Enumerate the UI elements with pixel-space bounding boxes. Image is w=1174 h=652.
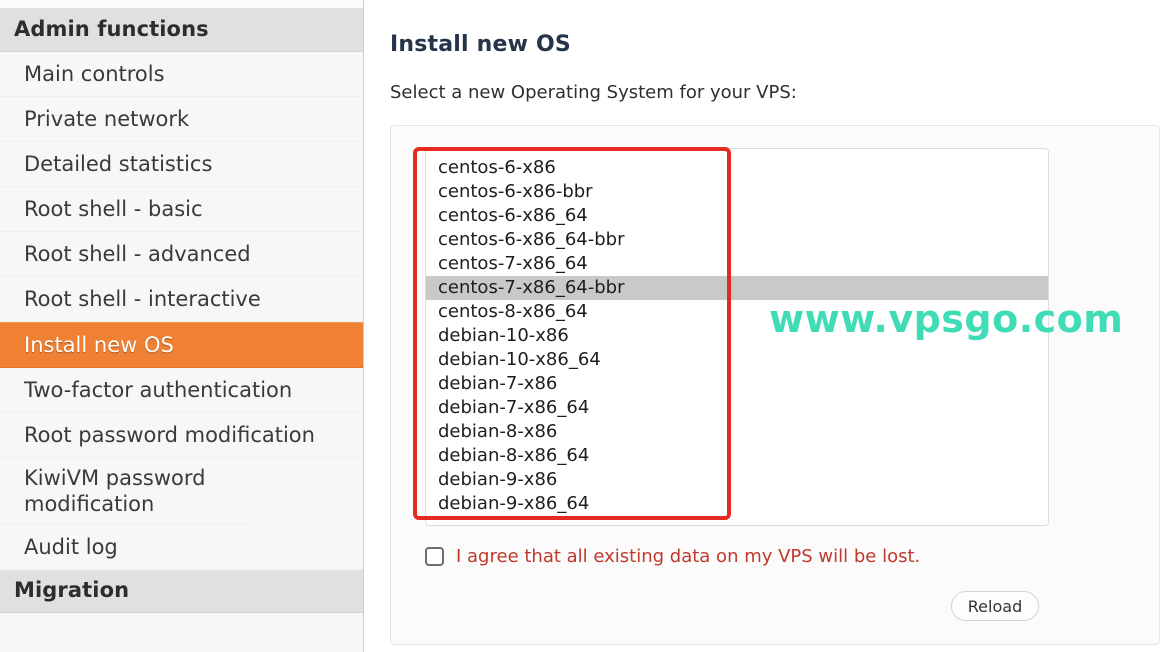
os-option[interactable]: debian-9-x86_64 bbox=[426, 492, 1048, 516]
sidebar-item-root-shell-advanced[interactable]: Root shell - advanced bbox=[0, 232, 363, 277]
os-option[interactable]: centos-6-x86_64 bbox=[426, 204, 1048, 228]
os-option[interactable]: debian-8-x86_64 bbox=[426, 444, 1048, 468]
os-option[interactable]: centos-8-x86_64 bbox=[426, 300, 1048, 324]
sidebar-item-detailed-statistics[interactable]: Detailed statistics bbox=[0, 142, 363, 187]
sidebar-section-migration: Migration bbox=[0, 570, 363, 613]
sidebar-top-strip bbox=[0, 0, 363, 9]
reload-button[interactable]: Reload bbox=[951, 591, 1039, 621]
sidebar-item-two-factor-authentication[interactable]: Two-factor authentication bbox=[0, 368, 363, 413]
sidebar-item-private-network[interactable]: Private network bbox=[0, 97, 363, 142]
sidebar: Admin functions Main controls Private ne… bbox=[0, 0, 364, 652]
os-select-list[interactable]: centos-6-x86 centos-6-x86-bbr centos-6-x… bbox=[425, 148, 1049, 526]
sidebar-item-kiwivm-password-modification[interactable]: KiwiVM password modification bbox=[0, 458, 250, 525]
os-option[interactable]: debian-7-x86 bbox=[426, 372, 1048, 396]
agree-row[interactable]: I agree that all existing data on my VPS… bbox=[425, 546, 920, 567]
agree-checkbox[interactable] bbox=[425, 547, 444, 566]
sidebar-item-root-password-modification[interactable]: Root password modification bbox=[0, 413, 363, 458]
kiwivm-install-os-screen: Admin functions Main controls Private ne… bbox=[0, 0, 1174, 652]
os-option[interactable]: debian-10-x86 bbox=[426, 324, 1048, 348]
os-option[interactable]: centos-6-x86_64-bbr bbox=[426, 228, 1048, 252]
main-content: Install new OS Select a new Operating Sy… bbox=[364, 0, 1174, 652]
sidebar-item-audit-log[interactable]: Audit log bbox=[0, 525, 363, 570]
os-option[interactable]: debian-10-x86_64 bbox=[426, 348, 1048, 372]
os-option[interactable]: centos-6-x86 bbox=[426, 156, 1048, 180]
sidebar-item-install-new-os[interactable]: Install new OS bbox=[0, 322, 363, 368]
os-option[interactable]: debian-8-x86 bbox=[426, 420, 1048, 444]
sidebar-item-root-shell-basic[interactable]: Root shell - basic bbox=[0, 187, 363, 232]
agree-label: I agree that all existing data on my VPS… bbox=[456, 546, 921, 567]
os-option-selected[interactable]: centos-7-x86_64-bbr bbox=[426, 276, 1048, 300]
sidebar-item-main-controls[interactable]: Main controls bbox=[0, 52, 363, 97]
install-os-panel: centos-6-x86 centos-6-x86-bbr centos-6-x… bbox=[390, 125, 1160, 645]
sidebar-item-root-shell-interactive[interactable]: Root shell - interactive bbox=[0, 277, 363, 322]
os-option[interactable]: centos-7-x86_64 bbox=[426, 252, 1048, 276]
sidebar-section-admin-functions: Admin functions bbox=[0, 9, 363, 52]
os-option[interactable]: centos-6-x86-bbr bbox=[426, 180, 1048, 204]
os-option[interactable]: debian-7-x86_64 bbox=[426, 396, 1048, 420]
page-subtitle: Select a new Operating System for your V… bbox=[390, 82, 797, 103]
os-option[interactable]: debian-9-x86 bbox=[426, 468, 1048, 492]
page-title: Install new OS bbox=[390, 32, 571, 57]
